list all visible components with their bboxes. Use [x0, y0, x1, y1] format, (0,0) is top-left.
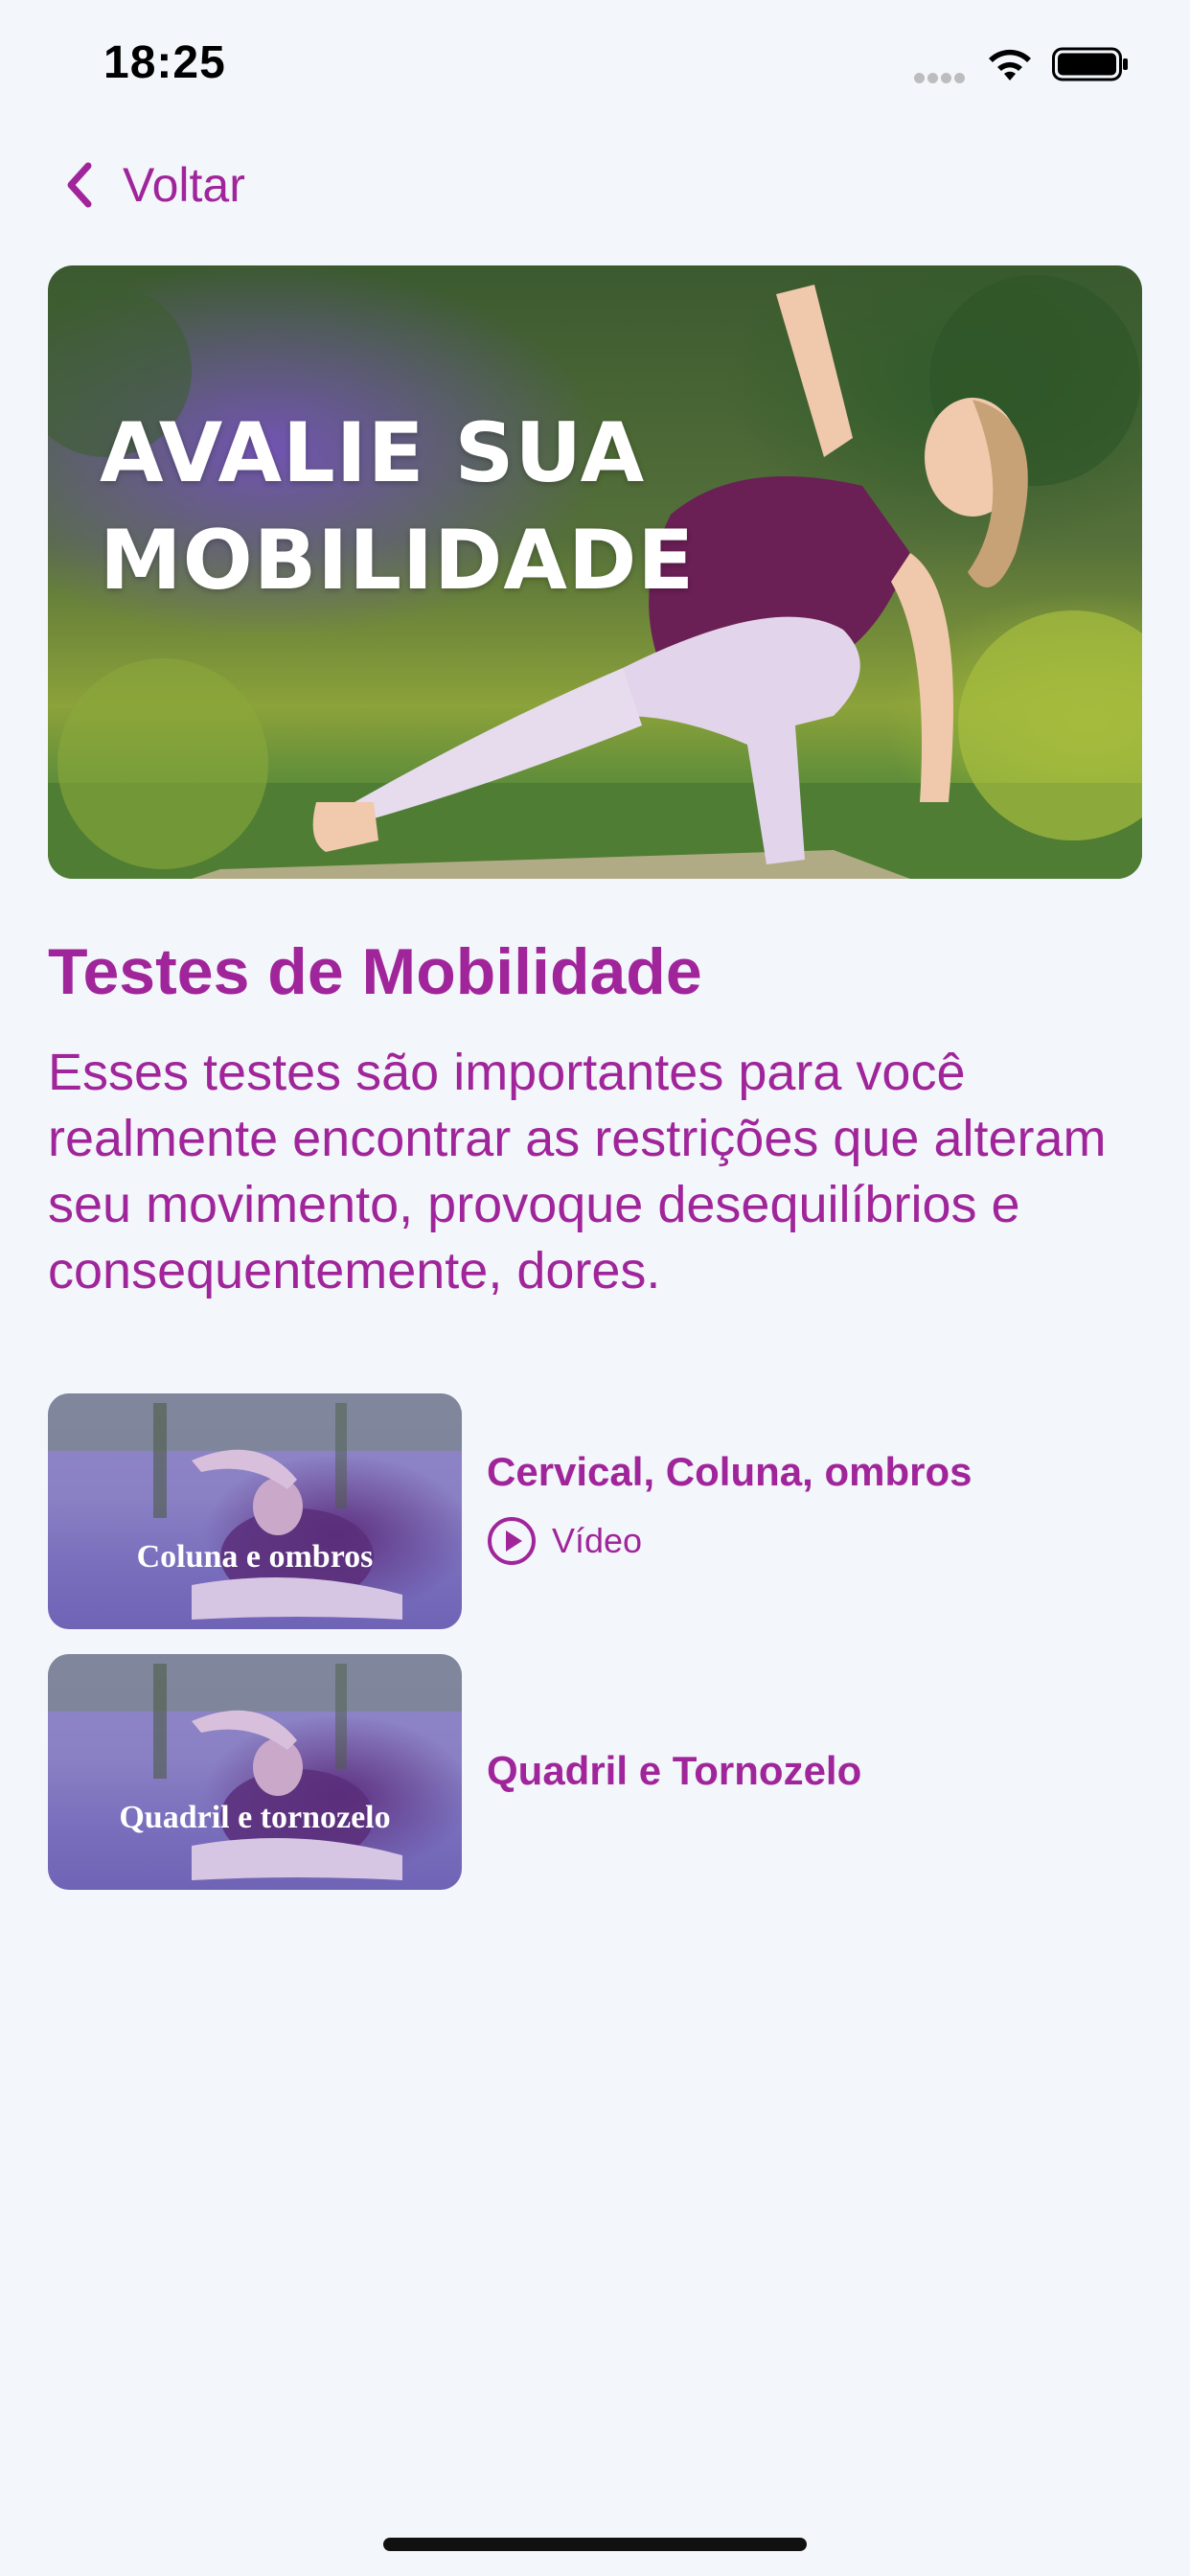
back-button[interactable]: Voltar: [59, 151, 245, 218]
page-description: Esses testes são importantes para você r…: [48, 1044, 1107, 1300]
thumbnail-illustration: [48, 1393, 462, 1620]
play-circle-icon: [488, 1517, 536, 1565]
test-title[interactable]: Quadril e Tornozelo: [487, 1748, 861, 1794]
chevron-left-icon: [67, 162, 92, 208]
page-title: Testes de Mobilidade: [48, 935, 702, 1008]
video-link[interactable]: Vídeo: [487, 1516, 642, 1566]
test-thumbnail[interactable]: Coluna e ombros: [48, 1393, 462, 1629]
thumbnail-label: Quadril e tornozelo: [119, 1800, 391, 1835]
battery-icon: [1052, 47, 1128, 81]
hero-banner: AVALIE SUA MOBILIDADE: [48, 265, 1142, 879]
hero-title-line1: AVALIE SUA: [100, 405, 646, 501]
thumbnail-illustration: [48, 1654, 462, 1880]
test-thumbnail[interactable]: Quadril e tornozelo: [48, 1654, 462, 1890]
wifi-icon: [989, 49, 1031, 80]
hero-title-line2: MOBILIDADE: [100, 513, 696, 609]
status-bar: 18:25: [0, 0, 1190, 134]
back-label: Voltar: [123, 158, 245, 212]
thumbnail-label: Coluna e ombros: [136, 1539, 374, 1575]
test-item-coluna-ombros[interactable]: Coluna e ombros Cervical, Coluna, ombros…: [48, 1393, 1142, 1629]
hero-title: AVALIE SUA MOBILIDADE: [100, 400, 695, 614]
cellular-signal-icon: [914, 71, 972, 83]
video-label: Vídeo: [552, 1521, 643, 1560]
status-time: 18:25: [103, 37, 226, 88]
test-title[interactable]: Cervical, Coluna, ombros: [487, 1449, 972, 1495]
test-item-quadril-tornozelo[interactable]: Quadril e tornozelo Quadril e Tornozelo: [48, 1654, 1142, 1890]
home-indicator[interactable]: [383, 2538, 807, 2551]
